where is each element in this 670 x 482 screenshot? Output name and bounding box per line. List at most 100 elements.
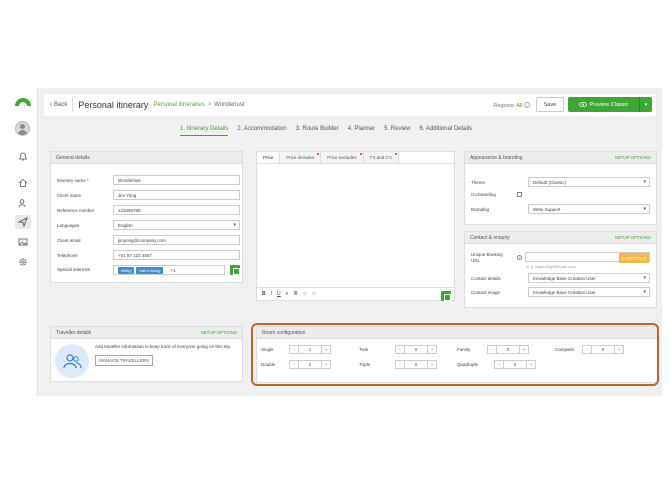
editor-toolbar: B I U ≡ ≣ ⊘ ⊘ xyxy=(257,287,454,300)
gear-icon[interactable] xyxy=(15,255,31,269)
special-interests-field[interactable]: hiking trail running +1 xyxy=(113,265,225,275)
send-icon[interactable] xyxy=(15,215,31,229)
more-tags: +1 xyxy=(170,267,176,273)
status-dot xyxy=(394,153,397,155)
tab-price-excludes[interactable]: Price excludes xyxy=(321,152,364,163)
step-tab[interactable]: 5. Review xyxy=(384,126,410,136)
underline-button[interactable]: U xyxy=(277,291,281,297)
chevron-down-icon[interactable]: ▾ xyxy=(639,97,652,112)
contact-image-select[interactable]: Knowledge Base Creation User xyxy=(528,287,650,297)
theme-label: Theme xyxy=(471,180,486,185)
expand-icon[interactable] xyxy=(230,265,240,275)
preview-label: Preview Classic xyxy=(589,101,629,108)
booking-url-label: Unique Booking URL xyxy=(471,252,503,263)
tab-label: Price excludes xyxy=(327,155,357,160)
text-field[interactable]: Wonderlust xyxy=(113,175,240,185)
bullet-list-button[interactable]: ≣ xyxy=(294,291,298,297)
languages-select[interactable]: English xyxy=(113,220,240,230)
tab-label: Price includes xyxy=(286,155,315,160)
bold-button[interactable]: B xyxy=(262,291,266,297)
back-label: Back xyxy=(54,102,68,108)
expand-icon[interactable] xyxy=(441,291,451,301)
users-icon[interactable] xyxy=(15,196,31,210)
tag-chip[interactable]: hiking xyxy=(118,266,135,274)
booking-url-input[interactable]: CHECKOUT xyxy=(525,252,650,263)
chevron-left-icon: ‹ xyxy=(50,102,52,108)
text-field[interactable]: 123456789 xyxy=(113,205,240,215)
save-button[interactable]: Save xyxy=(536,97,564,112)
breadcrumb-current: Wonderlust xyxy=(214,102,245,108)
tab-price-includes[interactable]: Price includes xyxy=(280,152,322,163)
breadcrumb-separator: > xyxy=(207,102,212,108)
cobranding-checkbox[interactable] xyxy=(517,192,522,197)
field-label: Languages xyxy=(57,223,80,228)
contact-title: Contact & enquiry xyxy=(470,234,510,241)
setup-options-link[interactable]: SETUP OPTIONS xyxy=(201,330,237,335)
price-editor-panel: Price Price includes Price excludes T's … xyxy=(256,151,455,301)
general-details-panel: General details Itinerary name * Wonderlu… xyxy=(50,151,243,283)
text-field[interactable]: +01 87 123 4567 xyxy=(113,250,240,260)
branding-select[interactable]: Wetu Support xyxy=(528,204,650,214)
field-label: Client email xyxy=(57,238,81,243)
appearance-title: Appearance & branding xyxy=(470,154,523,161)
regions-label: Regions: xyxy=(493,102,516,109)
step-tab[interactable]: 6. Additional Details xyxy=(419,126,472,136)
field-label: Reference number xyxy=(57,208,95,213)
italic-button[interactable]: I xyxy=(271,291,272,297)
traveller-description: Add traveller information to keep track … xyxy=(95,344,232,349)
contact-details-select[interactable]: Knowledge Base Creation User xyxy=(528,273,650,283)
checkout-button[interactable]: CHECKOUT xyxy=(619,253,649,263)
sidebar-rail xyxy=(8,88,38,396)
regions-value: All xyxy=(516,102,523,109)
unlink-button[interactable]: ⊘ xyxy=(312,291,316,297)
appearance-panel: Appearance & branding SETUP OPTIONS Theme… xyxy=(464,151,657,225)
panel-header: General details xyxy=(51,152,242,164)
manage-travellers-button[interactable]: MANAGE TRAVELLERS xyxy=(95,355,153,366)
steps-nav: 1. Itinerary Details 2. Accommodation 3. R… xyxy=(180,126,481,136)
step-tab[interactable]: 3. Route Builder xyxy=(296,126,339,136)
tab-price[interactable]: Price xyxy=(257,152,281,163)
info-icon: i xyxy=(524,101,530,108)
contact-details-label: Contact details xyxy=(471,276,501,281)
image-icon[interactable] xyxy=(15,235,31,249)
back-button[interactable]: ‹ Back xyxy=(50,102,67,108)
breadcrumb-link[interactable]: Personal itineraries xyxy=(153,102,204,108)
general-details-title: General details xyxy=(56,154,90,161)
editor-tabs: Price Price includes Price excludes T's … xyxy=(257,152,454,164)
branding-label: Branding xyxy=(471,207,490,212)
setup-options-link[interactable]: SETUP OPTIONS xyxy=(615,235,651,240)
step-tab[interactable]: 2. Accommodation xyxy=(237,126,286,136)
ordered-list-button[interactable]: ≡ xyxy=(286,291,289,297)
home-icon[interactable] xyxy=(15,176,31,190)
bell-icon[interactable] xyxy=(15,150,31,164)
special-interests-label: Special interests xyxy=(57,267,91,272)
status-dot xyxy=(359,153,362,155)
link-button[interactable]: ⊘ xyxy=(303,291,307,297)
panel-header: Traveller details SETUP OPTIONS xyxy=(51,327,242,339)
eye-icon xyxy=(578,102,587,107)
preview-button[interactable]: Preview Classic ▾ xyxy=(568,97,652,112)
field-label: Itinerary name * xyxy=(57,178,89,183)
step-tab[interactable]: 1. Itinerary Details xyxy=(180,126,229,136)
contact-panel: Contact & enquiry SETUP OPTIONS Unique Bo… xyxy=(464,231,657,308)
text-field[interactable]: Jim Yong xyxy=(113,190,240,200)
editor-body[interactable] xyxy=(257,165,454,288)
traveller-panel: Traveller details SETUP OPTIONS Add trave… xyxy=(50,326,243,382)
tag-chip[interactable]: trail running xyxy=(136,266,164,274)
cobranding-label: Co-branding xyxy=(471,192,496,197)
regions-selector[interactable]: Regions: All i xyxy=(493,101,530,109)
setup-options-link[interactable]: SETUP OPTIONS xyxy=(615,155,651,160)
booking-url-hint: E.g. https://MyWebsite.com xyxy=(527,264,576,269)
avatar[interactable] xyxy=(15,121,30,136)
status-dot xyxy=(317,153,320,155)
users-icon xyxy=(55,344,89,378)
info-icon: i xyxy=(517,255,522,260)
text-field[interactable]: jimyong@company.com xyxy=(113,235,240,245)
divider xyxy=(72,98,74,112)
wetu-logo-icon xyxy=(15,98,31,106)
tab-terms[interactable]: T's and C's xyxy=(363,152,399,163)
step-tab[interactable]: 4. Planner xyxy=(348,126,375,136)
theme-select[interactable]: Default (Classic) xyxy=(528,177,650,187)
top-bar: ‹ Back Personal itinerary Personal itiner… xyxy=(44,94,656,116)
page-title: Personal itinerary xyxy=(78,100,149,110)
